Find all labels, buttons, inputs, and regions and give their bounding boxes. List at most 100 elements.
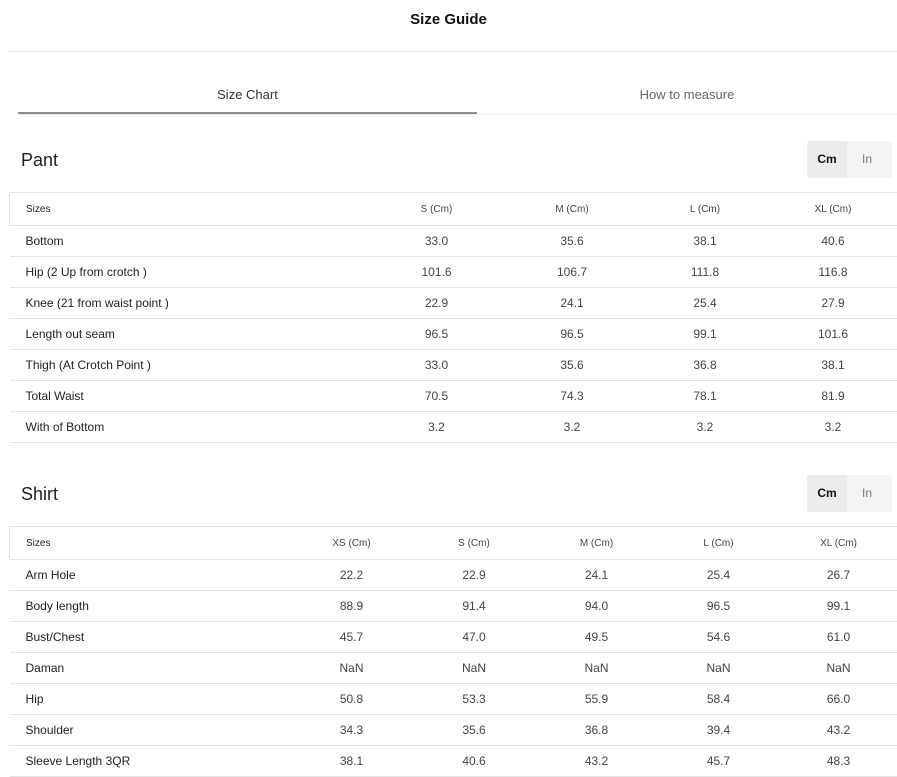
pant-cm-button[interactable]: Cm <box>807 141 847 178</box>
measurement-value: 35.6 <box>502 225 642 257</box>
size-column-header: M (Cm) <box>502 192 642 226</box>
measurement-value: 27.9 <box>768 287 897 319</box>
size-column-header: L (Cm) <box>657 526 780 560</box>
shirt-size-table: Sizes XS (Cm) S (Cm) M (Cm) L (Cm) XL (Cm) Ar… <box>9 526 897 777</box>
measurement-label: With of Bottom <box>9 411 371 443</box>
measurement-value: NaN <box>290 652 413 684</box>
measurement-value: 66.0 <box>779 683 897 715</box>
pant-in-button[interactable]: In <box>847 141 887 178</box>
measurement-value: 47.0 <box>412 621 536 653</box>
measurement-value: 24.1 <box>502 287 642 319</box>
measurement-value: 38.1 <box>290 745 413 777</box>
measurement-value: 36.8 <box>535 714 658 746</box>
measurement-label: Daman <box>9 652 291 684</box>
measurement-value: 88.9 <box>290 590 413 622</box>
table-header-row: Sizes S (Cm) M (Cm) L (Cm) XL (Cm) <box>9 192 897 226</box>
measurement-value: NaN <box>535 652 658 684</box>
table-row: Thigh (At Crotch Point ) 33.0 35.6 36.8 38.1 <box>9 349 897 381</box>
pant-unit-toggle: Cm In <box>807 141 892 178</box>
shirt-unit-toggle: Cm In <box>807 475 892 512</box>
table-row: Bust/Chest 45.7 47.0 49.5 54.6 61.0 <box>9 621 897 653</box>
measurement-label: Thigh (At Crotch Point ) <box>9 349 371 381</box>
measurement-value: 24.1 <box>535 559 658 591</box>
title-divider <box>8 51 897 52</box>
size-column-header: S (Cm) <box>370 192 503 226</box>
measurement-label: Arm Hole <box>9 559 291 591</box>
measurement-value: 22.9 <box>412 559 536 591</box>
size-column-header: S (Cm) <box>412 526 536 560</box>
measurement-value: 34.3 <box>290 714 413 746</box>
measurement-value: 49.5 <box>535 621 658 653</box>
measurement-label: Total Waist <box>9 380 371 412</box>
shirt-cm-button[interactable]: Cm <box>807 475 847 512</box>
measurement-value: 101.6 <box>768 318 897 350</box>
measurement-label: Hip (2 Up from crotch ) <box>9 256 371 288</box>
measurement-value: 40.6 <box>768 225 897 257</box>
shirt-in-button[interactable]: In <box>847 475 887 512</box>
measurement-value: 91.4 <box>412 590 536 622</box>
size-column-header: XL (Cm) <box>779 526 897 560</box>
measurement-value: 111.8 <box>641 256 769 288</box>
size-column-header: M (Cm) <box>535 526 658 560</box>
measurement-value: 25.4 <box>657 559 780 591</box>
table-row: Total Waist 70.5 74.3 78.1 81.9 <box>9 380 897 412</box>
measurement-value: 38.1 <box>768 349 897 381</box>
measurement-value: NaN <box>657 652 780 684</box>
measurement-value: 39.4 <box>657 714 780 746</box>
measurement-value: NaN <box>779 652 897 684</box>
measurement-label: Shoulder <box>9 714 291 746</box>
measurement-value: 33.0 <box>370 349 503 381</box>
measurement-value: 48.3 <box>779 745 897 777</box>
measurement-value: 61.0 <box>779 621 897 653</box>
table-row: Sleeve Length 3QR 38.1 40.6 43.2 45.7 48.3 <box>9 745 897 777</box>
tab-size-chart[interactable]: Size Chart <box>18 78 477 114</box>
table-row: Hip (2 Up from crotch ) 101.6 106.7 111.8 11… <box>9 256 897 288</box>
measurement-label: Bottom <box>9 225 371 257</box>
size-column-header: XS (Cm) <box>290 526 413 560</box>
pant-section-title: Pant <box>21 150 59 170</box>
measurement-value: 25.4 <box>641 287 769 319</box>
modal-title: Size Guide <box>410 11 487 28</box>
table-row: Bottom 33.0 35.6 38.1 40.6 <box>9 225 897 257</box>
measurement-value: 38.1 <box>641 225 769 257</box>
table-row: Body length 88.9 91.4 94.0 96.5 99.1 <box>9 590 897 622</box>
sizes-column-header: Sizes <box>9 526 291 560</box>
measurement-value: 3.2 <box>768 411 897 443</box>
measurement-value: 58.4 <box>657 683 780 715</box>
measurement-value: 35.6 <box>502 349 642 381</box>
measurement-value: 45.7 <box>657 745 780 777</box>
measurement-value: 81.9 <box>768 380 897 412</box>
measurement-value: 55.9 <box>535 683 658 715</box>
measurement-value: 74.3 <box>502 380 642 412</box>
pant-size-table: Sizes S (Cm) M (Cm) L (Cm) XL (Cm) Bottom 33.… <box>9 192 897 443</box>
measurement-value: 96.5 <box>657 590 780 622</box>
measurement-label: Bust/Chest <box>9 621 291 653</box>
table-row: Shoulder 34.3 35.6 36.8 39.4 43.2 <box>9 714 897 746</box>
measurement-value: NaN <box>412 652 536 684</box>
measurement-value: 3.2 <box>370 411 503 443</box>
measurement-label: Length out seam <box>9 318 371 350</box>
measurement-value: 99.1 <box>641 318 769 350</box>
table-header-row: Sizes XS (Cm) S (Cm) M (Cm) L (Cm) XL (Cm) <box>9 526 897 560</box>
tab-how-to-measure[interactable]: How to measure <box>477 78 897 114</box>
size-column-header: L (Cm) <box>641 192 769 226</box>
size-column-header: XL (Cm) <box>768 192 897 226</box>
measurement-value: 26.7 <box>779 559 897 591</box>
shirt-section-title: Shirt <box>21 484 59 504</box>
measurement-value: 78.1 <box>641 380 769 412</box>
measurement-value: 3.2 <box>641 411 769 443</box>
table-row: Length out seam 96.5 96.5 99.1 101.6 <box>9 318 897 350</box>
table-row: With of Bottom 3.2 3.2 3.2 3.2 <box>9 411 897 443</box>
measurement-value: 43.2 <box>779 714 897 746</box>
measurement-value: 94.0 <box>535 590 658 622</box>
measurement-value: 35.6 <box>412 714 536 746</box>
measurement-value: 3.2 <box>502 411 642 443</box>
measurement-value: 22.9 <box>370 287 503 319</box>
table-row: Arm Hole 22.2 22.9 24.1 25.4 26.7 <box>9 559 897 591</box>
measurement-value: 96.5 <box>502 318 642 350</box>
measurement-value: 33.0 <box>370 225 503 257</box>
measurement-value: 43.2 <box>535 745 658 777</box>
measurement-value: 106.7 <box>502 256 642 288</box>
table-row: Knee (21 from waist point ) 22.9 24.1 25.4 2… <box>9 287 897 319</box>
sizes-column-header: Sizes <box>9 192 371 226</box>
